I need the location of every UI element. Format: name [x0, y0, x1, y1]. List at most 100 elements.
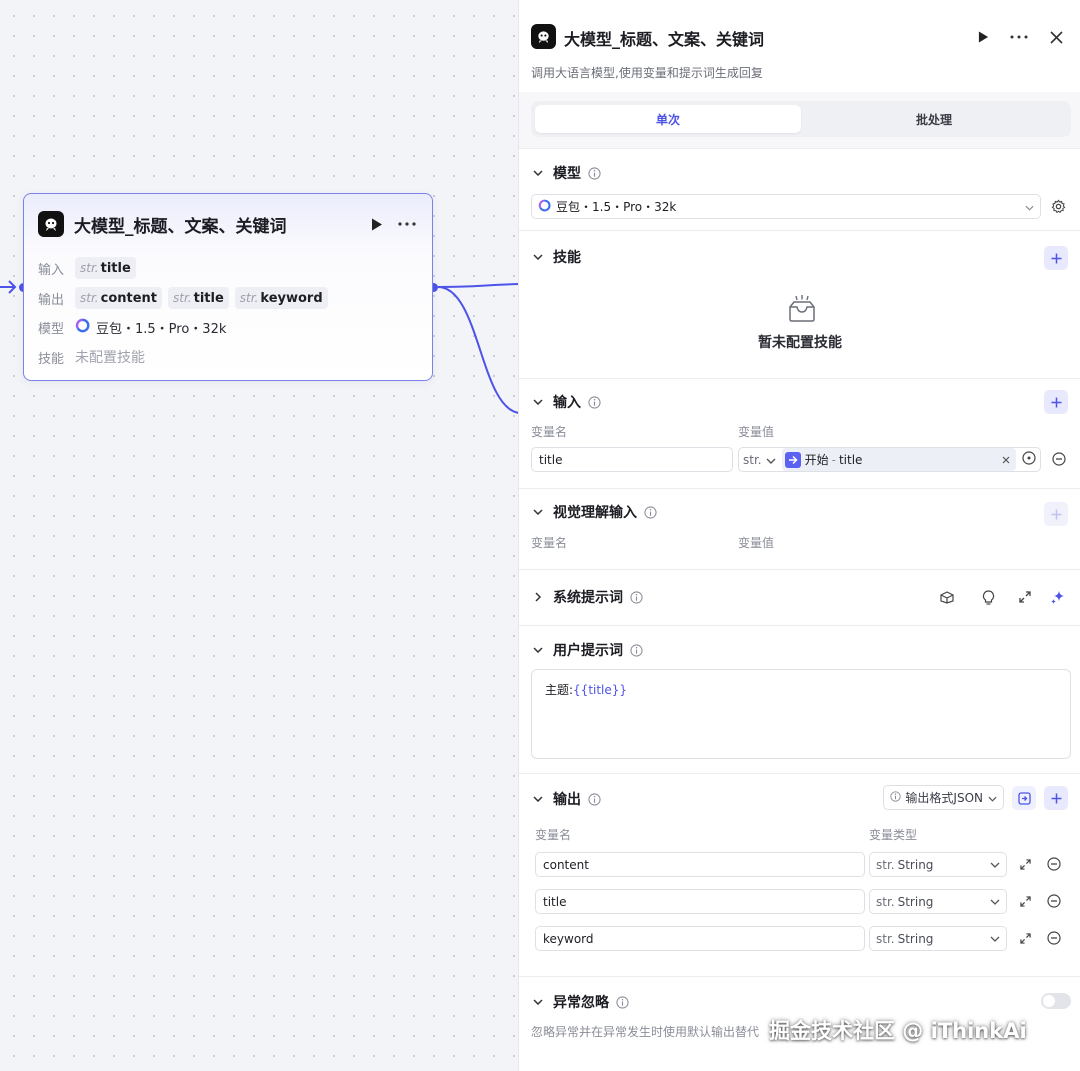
prompt-variable[interactable]: {{title}}: [573, 683, 627, 697]
chevron-down-icon: [990, 899, 1000, 905]
node-model-label: 模型: [38, 321, 65, 337]
output-type-select[interactable]: str. String: [869, 889, 1007, 914]
tab-single[interactable]: 单次: [535, 105, 801, 133]
bot-icon: [531, 24, 556, 49]
remove-input-icon[interactable]: [1049, 449, 1069, 469]
close-icon[interactable]: [1044, 25, 1068, 49]
info-icon[interactable]: [643, 505, 657, 519]
add-output-button[interactable]: [1044, 786, 1068, 810]
panel-header: 大模型_标题、文案、关键词 调用大语言模型,使用变量和提示词生成回复: [519, 0, 1080, 92]
input-var-value[interactable]: str. 开始 - title: [738, 447, 1041, 472]
expand-icon[interactable]: [1015, 891, 1035, 911]
output-col-name: 变量名: [535, 828, 572, 842]
remove-output-icon[interactable]: [1044, 928, 1064, 948]
node-input-tag: str. title: [75, 257, 136, 279]
edge-to-next[interactable]: [437, 283, 520, 288]
ref-node-name: 开始: [804, 453, 829, 467]
chevron-right-icon[interactable]: [531, 590, 545, 604]
info-icon[interactable]: [615, 995, 629, 1009]
user-prompt-section: 用户提示词 主题:{{title}}: [519, 625, 1080, 773]
node-output-tag: str. content: [75, 287, 163, 309]
add-vision-input-button[interactable]: [1044, 502, 1068, 526]
node-output-tag: str. title: [168, 287, 229, 309]
node-output-label: 输出: [38, 292, 65, 308]
info-icon[interactable]: [629, 643, 643, 657]
output-var-name[interactable]: content: [535, 852, 865, 877]
skills-empty-text: 暂未配置技能: [758, 335, 842, 351]
info-icon[interactable]: [587, 792, 601, 806]
info-icon: [890, 790, 902, 805]
clear-icon[interactable]: [1002, 453, 1010, 467]
input-section-title: 输入: [553, 395, 581, 411]
remove-output-icon[interactable]: [1044, 891, 1064, 911]
node-input-row: 输入 str. title: [38, 257, 142, 279]
more-icon[interactable]: [396, 213, 418, 235]
gear-icon[interactable]: [1048, 196, 1068, 216]
empty-box-icon: [787, 295, 817, 327]
play-icon[interactable]: [971, 25, 995, 49]
output-section: 输出 输出格式JSON 变量名 变量类型 content str. String …: [519, 773, 1080, 976]
expand-icon[interactable]: [1015, 854, 1035, 874]
chevron-down-icon[interactable]: [531, 166, 545, 180]
node-model-row: 模型 豆包・1.5・Pro・32k: [38, 316, 226, 338]
target-icon[interactable]: [1022, 451, 1036, 468]
vision-col-name: 变量名: [531, 536, 568, 550]
model-select[interactable]: 豆包・1.5・Pro・32k: [531, 194, 1041, 219]
skills-section: 技能 暂未配置技能: [519, 230, 1080, 378]
more-icon[interactable]: [1007, 25, 1031, 49]
ai-sparkle-icon[interactable]: [1048, 587, 1068, 607]
system-prompt-section: 系统提示词: [519, 569, 1080, 625]
bot-icon: [38, 211, 64, 237]
bulb-icon[interactable]: [978, 587, 998, 607]
chevron-down-icon[interactable]: [531, 505, 545, 519]
run-mode-tabs: 单次 批处理: [531, 101, 1071, 137]
chevron-down-icon: [990, 936, 1000, 942]
exception-toggle[interactable]: [1041, 993, 1071, 1009]
add-skill-button[interactable]: [1044, 246, 1068, 270]
output-type-select[interactable]: str. String: [869, 852, 1007, 877]
edge-to-branch[interactable]: [437, 286, 520, 414]
doubao-icon: [538, 199, 551, 215]
remove-output-icon[interactable]: [1044, 854, 1064, 874]
output-var-name[interactable]: keyword: [535, 926, 865, 951]
input-var-name[interactable]: title: [531, 447, 733, 472]
vision-input-title: 视觉理解输入: [553, 505, 637, 521]
tab-batch[interactable]: 批处理: [801, 105, 1067, 133]
workflow-canvas[interactable]: 大模型_标题、文案、关键词 输入 str. title 输出 str. conten…: [0, 0, 520, 1071]
chevron-down-icon[interactable]: [531, 643, 545, 657]
system-prompt-title: 系统提示词: [553, 590, 623, 606]
input-col-value: 变量值: [738, 425, 775, 439]
add-input-button[interactable]: [1044, 390, 1068, 414]
output-var-name[interactable]: title: [535, 889, 865, 914]
model-section: 模型 豆包・1.5・Pro・32k: [519, 148, 1080, 230]
connection-lines: [0, 280, 520, 414]
info-icon[interactable]: [587, 395, 601, 409]
output-type-select[interactable]: str. String: [869, 926, 1007, 951]
model-section-title: 模型: [553, 166, 581, 182]
variable-ref-chip[interactable]: 开始 - title: [781, 448, 1016, 471]
node-config-panel: 大模型_标题、文案、关键词 调用大语言模型,使用变量和提示词生成回复 单次 批处…: [518, 0, 1080, 1071]
chevron-down-icon: [988, 791, 997, 805]
output-section-title: 输出: [553, 792, 581, 808]
skills-section-title: 技能: [553, 250, 581, 266]
node-skill-value: 未配置技能: [75, 350, 145, 366]
prompt-library-icon[interactable]: [937, 587, 957, 607]
chevron-down-icon[interactable]: [766, 453, 776, 467]
chevron-down-icon[interactable]: [531, 395, 545, 409]
expand-icon[interactable]: [1015, 587, 1035, 607]
user-prompt-editor[interactable]: 主题:{{title}}: [531, 669, 1071, 759]
info-icon[interactable]: [587, 166, 601, 180]
panel-title[interactable]: 大模型_标题、文案、关键词: [564, 26, 764, 50]
node-input-label: 输入: [38, 262, 65, 278]
model-select-value: 豆包・1.5・Pro・32k: [556, 200, 677, 214]
chevron-down-icon[interactable]: [531, 995, 545, 1009]
output-format-select[interactable]: 输出格式JSON: [883, 785, 1004, 810]
chevron-down-icon[interactable]: [531, 250, 545, 264]
node-output-row: 输出 str. content str. title str. keyword: [38, 287, 334, 309]
llm-node-card[interactable]: 大模型_标题、文案、关键词 输入 str. title 输出 str. conten…: [23, 193, 433, 381]
info-icon[interactable]: [629, 590, 643, 604]
play-icon[interactable]: [366, 213, 388, 235]
expand-icon[interactable]: [1015, 928, 1035, 948]
import-output-button[interactable]: [1012, 786, 1036, 810]
chevron-down-icon[interactable]: [531, 792, 545, 806]
